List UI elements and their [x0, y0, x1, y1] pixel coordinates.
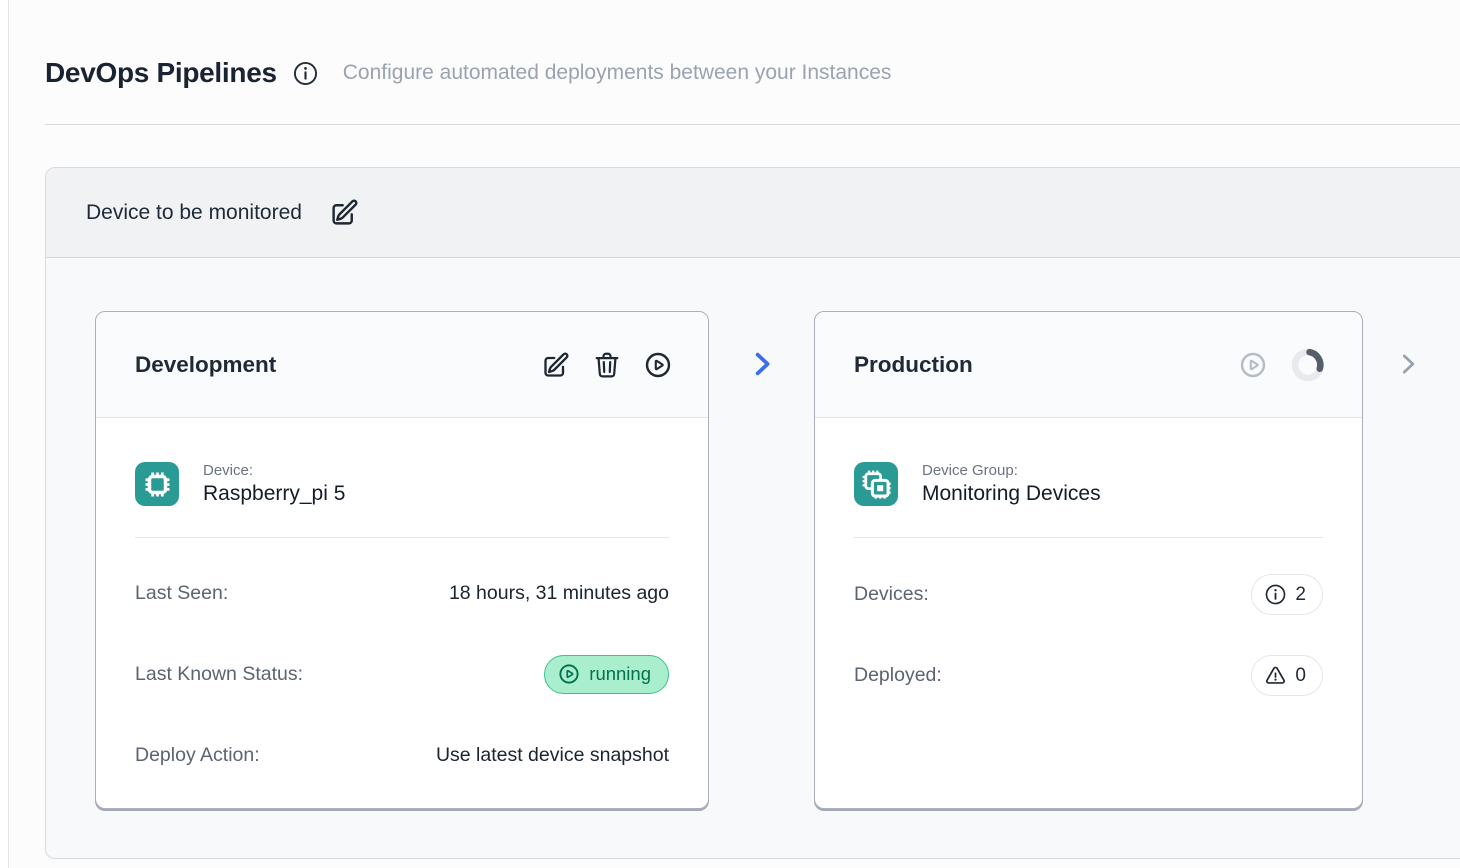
device-row: Device: Raspberry_pi 5	[135, 462, 669, 506]
devices-row: Devices: 2	[854, 574, 1323, 615]
device-group-name: Monitoring Devices	[922, 482, 1101, 506]
chevron-right-icon-inactive	[1395, 351, 1421, 377]
chip-group-icon	[854, 462, 898, 506]
edit-stage-icon[interactable]	[542, 351, 570, 379]
stage-title: Production	[854, 352, 973, 378]
devices-label: Devices:	[854, 583, 929, 606]
last-seen-row: Last Seen: 18 hours, 31 minutes ago	[135, 582, 669, 605]
device-name: Raspberry_pi 5	[203, 482, 345, 506]
loading-spinner-icon	[1290, 347, 1326, 383]
last-seen-value: 18 hours, 31 minutes ago	[449, 582, 669, 605]
page-header: DevOps Pipelines Configure automated dep…	[45, 57, 1460, 89]
chevron-right-icon-active	[747, 349, 777, 379]
page-subtitle: Configure automated deployments between …	[343, 61, 892, 85]
deployed-count-badge[interactable]: 0	[1251, 655, 1323, 696]
status-badge: running	[544, 655, 669, 694]
device-info: Device: Raspberry_pi 5	[203, 462, 345, 506]
production-actions	[1239, 347, 1326, 383]
card-divider	[135, 537, 669, 538]
production-card-body: Device Group: Monitoring Devices Devices…	[815, 418, 1362, 696]
development-actions	[542, 351, 672, 379]
pipeline-stages: Development	[46, 258, 1460, 809]
deploy-action-row: Deploy Action: Use latest device snapsho…	[135, 744, 669, 767]
deploy-action-value: Use latest device snapshot	[436, 744, 669, 767]
device-group-row: Device Group: Monitoring Devices	[854, 462, 1323, 506]
development-card-body: Device: Raspberry_pi 5 Last Seen: 18 hou…	[96, 418, 708, 767]
stage-card-development: Development	[95, 311, 709, 809]
pipeline-panel: Device to be monitored Development	[45, 167, 1460, 859]
stage-card-production: Production	[814, 311, 1363, 809]
pipeline-panel-header: Device to be monitored	[46, 168, 1460, 258]
info-icon[interactable]	[292, 60, 319, 87]
pipeline-name: Device to be monitored	[86, 201, 302, 225]
run-stage-icon[interactable]	[644, 351, 672, 379]
devops-pipelines-page: DevOps Pipelines Configure automated dep…	[9, 0, 1460, 868]
stage-title: Development	[135, 352, 276, 378]
deploy-action-label: Deploy Action:	[135, 744, 260, 767]
status-label: Last Known Status:	[135, 663, 303, 686]
edit-pipeline-icon[interactable]	[330, 198, 359, 227]
devices-count: 2	[1295, 584, 1306, 606]
device-label: Device:	[203, 462, 345, 479]
device-group-info: Device Group: Monitoring Devices	[922, 462, 1101, 506]
delete-stage-icon[interactable]	[593, 351, 621, 379]
next-stage-connector	[1363, 311, 1453, 417]
header-divider	[45, 124, 1460, 125]
status-row: Last Known Status: running	[135, 655, 669, 694]
stage-flow-connector	[709, 311, 814, 417]
device-group-label: Device Group:	[922, 462, 1101, 479]
status-value: running	[589, 663, 651, 685]
production-card-header: Production	[815, 312, 1362, 418]
run-stage-icon-disabled[interactable]	[1239, 351, 1267, 379]
deployed-count: 0	[1295, 665, 1306, 687]
development-card-header: Development	[96, 312, 708, 418]
devices-count-badge[interactable]: 2	[1251, 574, 1323, 615]
card-divider	[854, 537, 1323, 538]
chip-icon	[135, 462, 179, 506]
deployed-row: Deployed: 0	[854, 655, 1323, 696]
last-seen-label: Last Seen:	[135, 582, 228, 605]
deployed-label: Deployed:	[854, 664, 942, 687]
page-title: DevOps Pipelines	[45, 57, 277, 89]
